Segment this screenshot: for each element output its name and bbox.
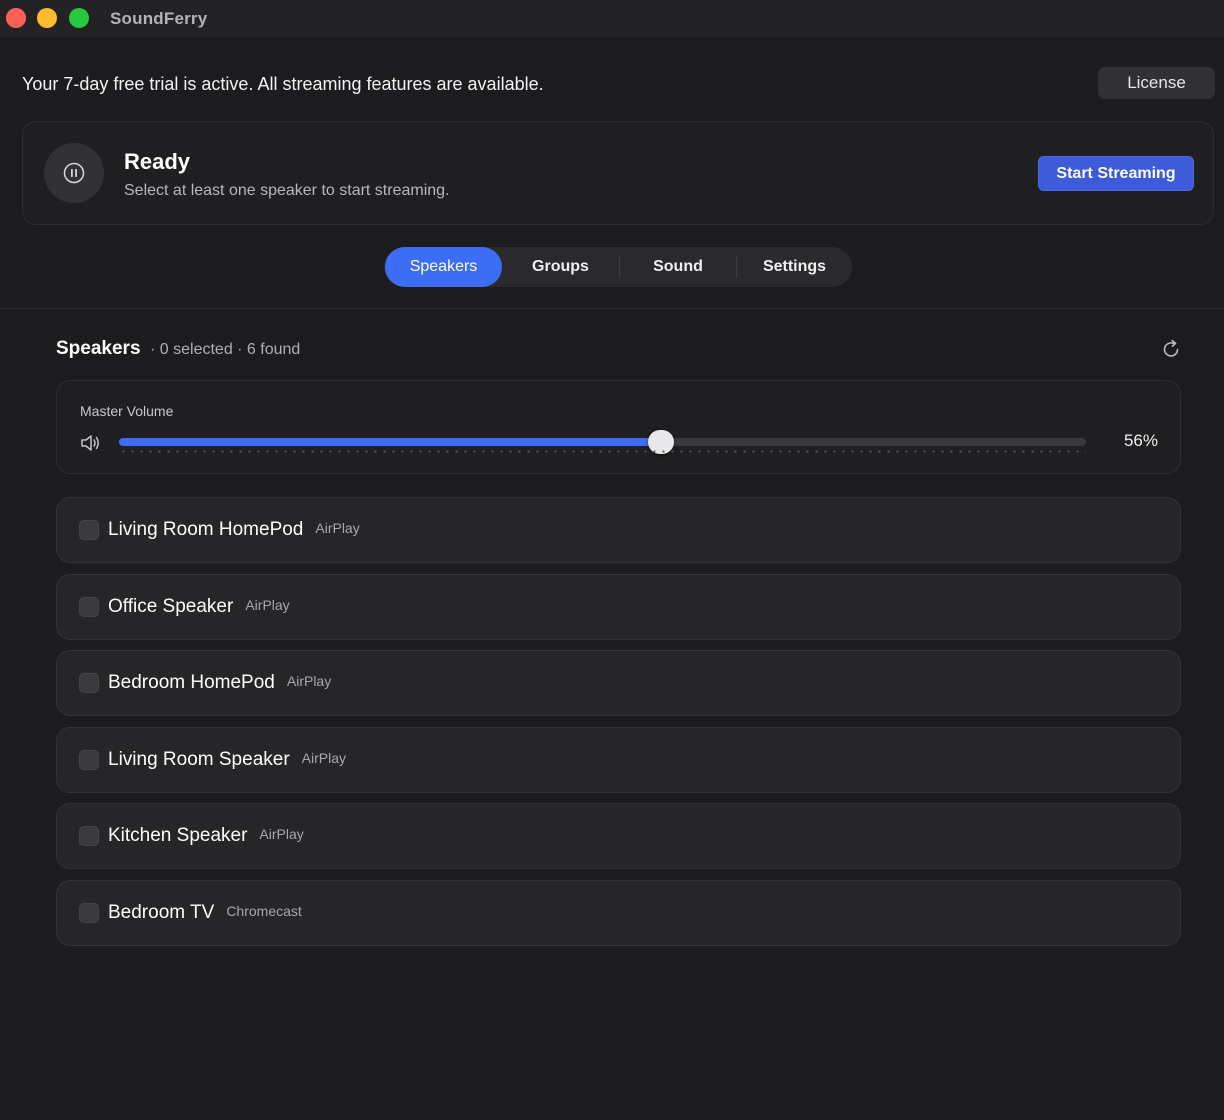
status-indicator [44, 143, 104, 203]
speaker-type: Chromecast [226, 902, 302, 919]
trial-message: Your 7-day free trial is active. All str… [22, 74, 544, 94]
speakers-section-title: Speakers [56, 338, 141, 359]
speaker-list: Living Room HomePod AirPlay Office Speake… [56, 497, 1181, 956]
app-title: SoundFerry [110, 9, 208, 28]
close-window-button[interactable] [6, 8, 26, 28]
speaker-row[interactable]: Bedroom HomePod AirPlay [56, 650, 1181, 716]
master-volume-slider[interactable] [119, 430, 1086, 454]
speakers-count: · 0 selected · 6 found [150, 341, 301, 358]
speaker-volume-icon [81, 435, 99, 451]
status-subtitle: Select at least one speaker to start str… [124, 182, 450, 199]
speaker-name: Office Speaker [108, 595, 234, 617]
speaker-name: Bedroom TV [108, 901, 215, 923]
app-window: SoundFerry Your 7-day free trial is acti… [0, 0, 1224, 1120]
speaker-row[interactable]: Bedroom TV Chromecast [56, 879, 1181, 946]
speaker-row[interactable]: Living Room Speaker AirPlay [56, 726, 1181, 793]
master-volume-card: Master Volume 56% [56, 380, 1181, 474]
license-button[interactable]: License [1098, 67, 1215, 99]
speaker-name: Kitchen Speaker [108, 825, 248, 846]
minimize-window-button[interactable] [37, 8, 57, 28]
master-volume-value: 56% [1123, 431, 1158, 450]
speaker-checkbox[interactable] [79, 596, 99, 617]
speaker-type: AirPlay [301, 749, 347, 766]
speaker-type: AirPlay [315, 520, 360, 536]
speaker-row[interactable]: Living Room HomePod AirPlay [56, 497, 1181, 563]
speaker-type: AirPlay [259, 826, 304, 842]
speaker-checkbox[interactable] [79, 826, 99, 846]
speaker-name: Living Room HomePod [108, 519, 304, 540]
status-card: Ready Select at least one speaker to sta… [22, 121, 1214, 225]
volume-ticks [119, 450, 1086, 453]
speaker-checkbox[interactable] [79, 673, 99, 693]
speaker-checkbox[interactable] [79, 520, 99, 540]
tab-settings[interactable]: Settings [737, 247, 852, 287]
title-bar: SoundFerry [0, 0, 1224, 38]
master-volume-label: Master Volume [80, 403, 174, 419]
speaker-row[interactable]: Kitchen Speaker AirPlay [56, 803, 1181, 869]
speaker-row[interactable]: Office Speaker AirPlay [56, 573, 1181, 640]
speaker-checkbox[interactable] [79, 902, 99, 923]
tab-groups[interactable]: Groups [502, 247, 619, 287]
speaker-name: Bedroom HomePod [108, 672, 275, 693]
tab-bar: Speakers Groups Sound Settings [384, 247, 852, 287]
tab-sound[interactable]: Sound [620, 247, 736, 287]
speaker-checkbox[interactable] [79, 749, 99, 770]
speaker-type: AirPlay [245, 596, 290, 613]
speaker-name: Living Room Speaker [108, 748, 290, 770]
start-streaming-button[interactable]: Start Streaming [1038, 156, 1194, 191]
speaker-type: AirPlay [286, 673, 332, 689]
section-divider [0, 308, 1224, 309]
refresh-icon[interactable] [1160, 338, 1182, 360]
tab-speakers[interactable]: Speakers [385, 247, 502, 287]
volume-fill [119, 438, 661, 446]
maximize-window-button[interactable] [69, 8, 89, 28]
status-title: Ready [124, 149, 191, 174]
pause-icon [63, 162, 85, 184]
